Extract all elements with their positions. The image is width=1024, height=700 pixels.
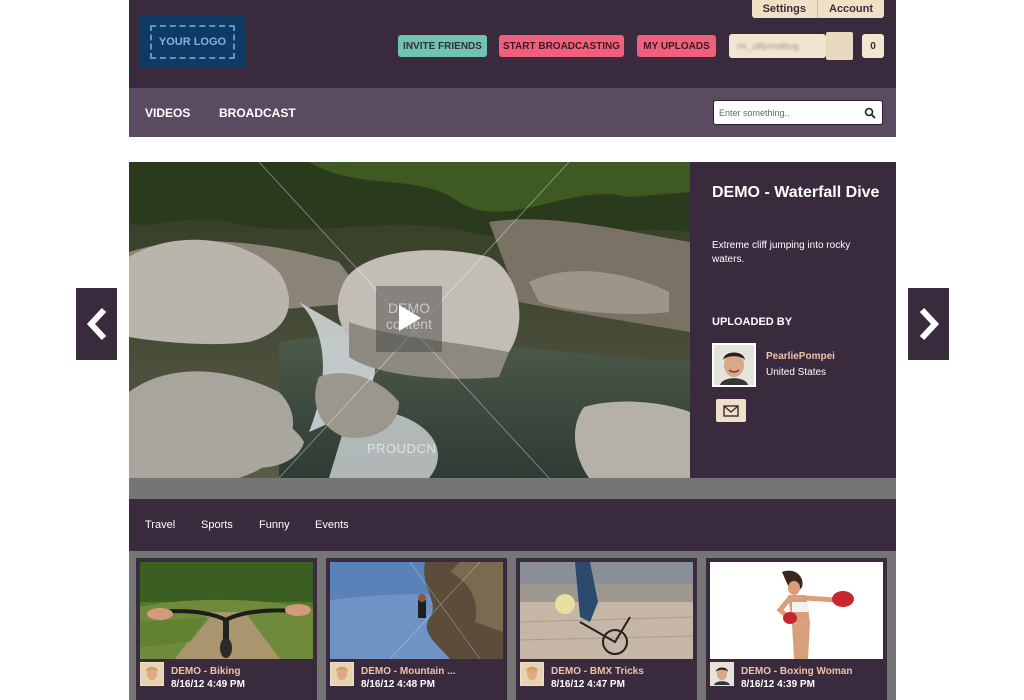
user-avatar[interactable] <box>826 32 853 60</box>
user-menu[interactable]: mr_ultfponalbug <box>729 34 826 58</box>
video-card-date: 8/16/12 4:49 PM <box>171 679 245 690</box>
video-card[interactable]: DEMO - Mountain ... 8/16/12 4:48 PM <box>326 558 507 700</box>
search-box <box>713 100 883 125</box>
invite-friends-button[interactable]: INVITE FRIENDS <box>398 35 487 57</box>
uploader-name[interactable]: PearliePompei <box>766 351 835 362</box>
account-link[interactable]: Account <box>817 0 884 18</box>
avatar-photo <box>711 663 733 685</box>
uploader-avatar[interactable] <box>520 662 544 686</box>
featured-video-player[interactable]: DEMO content PROUDCN <box>129 162 690 478</box>
brand-watermark: PROUDCN <box>367 441 437 456</box>
chevron-left-icon <box>86 307 106 341</box>
video-card-title[interactable]: DEMO - Biking <box>171 666 240 677</box>
tab-sports[interactable]: Sports <box>201 499 233 551</box>
play-button[interactable] <box>394 303 424 333</box>
next-slide-button[interactable] <box>908 288 949 360</box>
logo-text: YOUR LOGO <box>150 25 235 59</box>
video-thumbnail[interactable] <box>140 562 313 659</box>
video-thumbnail[interactable] <box>710 562 883 659</box>
tab-events[interactable]: Events <box>315 499 349 551</box>
settings-link[interactable]: Settings <box>751 0 817 18</box>
avatar-photo <box>141 663 163 685</box>
avatar-photo <box>521 663 543 685</box>
video-title[interactable]: DEMO - Waterfall Dive <box>712 182 882 203</box>
divider-band <box>129 478 896 499</box>
mail-icon <box>723 404 739 417</box>
play-icon <box>399 305 421 331</box>
site-logo[interactable]: YOUR LOGO <box>139 16 246 68</box>
uploader-avatar[interactable] <box>710 662 734 686</box>
video-grid: DEMO - Biking 8/16/12 4:49 PM DEMO - Mou… <box>129 551 896 700</box>
video-card-title[interactable]: DEMO - BMX Tricks <box>551 666 644 677</box>
video-card[interactable]: DEMO - BMX Tricks 8/16/12 4:47 PM <box>516 558 697 700</box>
nav-item-videos[interactable]: VIDEOS <box>145 88 190 137</box>
start-broadcasting-button[interactable]: START BROADCASTING <box>499 35 624 57</box>
page: Settings Account YOUR LOGO INVITE FRIEND… <box>0 0 1024 700</box>
video-thumbnail[interactable] <box>520 562 693 659</box>
bmx-thumbnail <box>520 562 693 659</box>
tab-travel[interactable]: Travel <box>145 499 175 551</box>
video-card-date: 8/16/12 4:47 PM <box>551 679 625 690</box>
search-input[interactable] <box>714 102 854 123</box>
user-name: mr_ultfponalbug <box>737 41 799 51</box>
tab-funny[interactable]: Funny <box>259 499 290 551</box>
uploader-photo <box>714 345 754 385</box>
video-card-title[interactable]: DEMO - Boxing Woman <box>741 666 852 677</box>
top-menu: Settings Account <box>751 0 884 18</box>
category-tabs: Travel Sports Funny Events <box>129 499 896 551</box>
uploader-avatar[interactable] <box>712 343 756 387</box>
notification-count[interactable]: 0 <box>862 34 884 58</box>
mountain-thumbnail <box>330 562 503 659</box>
boxing-thumbnail <box>710 562 883 659</box>
video-thumbnail[interactable] <box>330 562 503 659</box>
uploader-avatar[interactable] <box>140 662 164 686</box>
main-nav: VIDEOS BROADCAST <box>129 88 896 137</box>
avatar-photo <box>331 663 353 685</box>
previous-slide-button[interactable] <box>76 288 117 360</box>
uploader-avatar[interactable] <box>330 662 354 686</box>
nav-item-broadcast[interactable]: BROADCAST <box>219 88 296 137</box>
video-card-title[interactable]: DEMO - Mountain ... <box>361 666 455 677</box>
video-description: Extreme cliff jumping into rocky waters. <box>712 240 851 265</box>
video-card-date: 8/16/12 4:48 PM <box>361 679 435 690</box>
site-header: Settings Account YOUR LOGO INVITE FRIEND… <box>129 0 896 88</box>
video-info-panel: DEMO - Waterfall Dive Extreme cliff jump… <box>690 162 896 478</box>
message-button[interactable] <box>716 399 746 422</box>
video-card[interactable]: DEMO - Biking 8/16/12 4:49 PM <box>136 558 317 700</box>
chevron-right-icon <box>919 307 939 341</box>
video-card[interactable]: DEMO - Boxing Woman 8/16/12 4:39 PM <box>706 558 887 700</box>
uploader-country: United States <box>766 367 827 378</box>
uploaded-by-label: UPLOADED BY <box>712 316 793 328</box>
video-card-date: 8/16/12 4:39 PM <box>741 679 815 690</box>
my-uploads-button[interactable]: MY UPLOADS <box>637 35 716 57</box>
biking-thumbnail <box>140 562 313 659</box>
search-icon[interactable] <box>864 107 876 119</box>
